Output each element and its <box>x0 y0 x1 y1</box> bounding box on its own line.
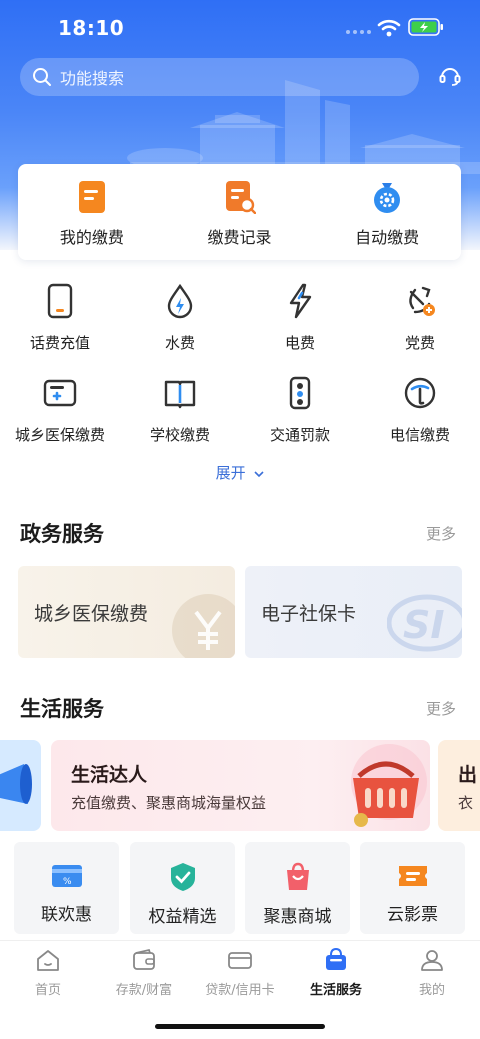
gov-services-more-link[interactable]: 更多 <box>426 523 456 544</box>
my-bills-button[interactable]: 我的缴费 <box>18 164 166 260</box>
auto-payment-label: 自动缴费 <box>355 228 420 247</box>
promo-lianhuanhui-button[interactable]: % 联欢惠 <box>14 842 119 934</box>
promo-rights-selection-button[interactable]: 权益精选 <box>130 842 235 934</box>
book-icon <box>164 380 196 409</box>
chevron-down-icon <box>254 470 264 477</box>
promo-cloud-ticket-label: 云影票 <box>387 905 438 925</box>
bill-document-icon <box>78 181 105 213</box>
gov-card-social-security-label: 电子社保卡 <box>261 603 357 625</box>
card-icon <box>228 952 252 969</box>
life-services-more-link[interactable]: 更多 <box>426 698 456 719</box>
shopping-basket-icon <box>326 947 346 970</box>
promo-rights-label: 权益精选 <box>148 907 217 927</box>
medical-insurance-label: 城乡医保缴费 <box>14 426 105 444</box>
expand-button[interactable]: 展开 <box>0 462 480 483</box>
banner-title: 生活达人 <box>71 764 148 786</box>
tab-home[interactable]: 首页 <box>0 947 96 998</box>
money-bag-gear-icon <box>374 183 401 213</box>
shopping-basket-illustration-icon <box>351 744 427 827</box>
medical-insurance-button[interactable]: 城乡医保缴费 <box>0 374 120 466</box>
phone-topup-button[interactable]: 话费充值 <box>0 282 120 374</box>
promo-mall-label: 聚惠商城 <box>263 907 332 927</box>
tab-life-label: 生活服务 <box>309 983 362 998</box>
gov-card-e-social-security[interactable]: SI 电子社保卡 <box>245 566 462 658</box>
phone-icon <box>47 283 73 319</box>
auto-payment-button[interactable]: 自动缴费 <box>313 164 461 260</box>
banner-subtitle: 充值缴费、聚惠商城海量权益 <box>71 794 267 812</box>
home-icon <box>37 950 59 971</box>
promo-lianhuanhui-label: 联欢惠 <box>41 905 92 925</box>
home-indicator <box>155 1024 325 1029</box>
tab-deposit-label: 存款/财富 <box>115 983 173 998</box>
tab-loan-credit-card[interactable]: 贷款/信用卡 <box>192 947 288 998</box>
tab-mine-label: 我的 <box>418 983 445 998</box>
tab-home-label: 首页 <box>34 983 61 998</box>
wallet-icon <box>133 948 155 970</box>
medical-card-icon <box>43 379 77 407</box>
carousel-card-previous[interactable] <box>0 740 41 831</box>
carousel-card-next[interactable]: 出 衣 <box>438 740 480 831</box>
next-card-title: 出 <box>458 764 478 786</box>
svg-text:%: % <box>63 877 72 887</box>
my-bills-label: 我的缴费 <box>59 228 124 247</box>
traffic-light-icon <box>289 376 311 410</box>
status-bar: 18:10 <box>0 0 480 58</box>
badge-check-icon <box>170 863 195 891</box>
gov-services-title: 政务服务 <box>20 522 104 546</box>
telecom-bill-label: 电信缴费 <box>389 426 450 444</box>
water-bill-button[interactable]: 水费 <box>120 282 240 374</box>
lightning-icon <box>289 283 312 319</box>
payment-records-button[interactable]: 缴费记录 <box>166 164 314 260</box>
coupon-card-icon: % <box>51 865 82 887</box>
person-icon <box>421 950 443 971</box>
next-card-subtitle: 衣 <box>458 794 474 812</box>
cellular-signal-icon <box>346 30 371 34</box>
svg-text:SI: SI <box>403 603 445 647</box>
service-row: 城乡医保缴费 学校缴费 交通罚款 电信缴费 <box>0 374 480 466</box>
quick-actions-card: 我的缴费 缴费记录 自动缴费 <box>18 164 461 260</box>
party-fee-button[interactable]: 党费 <box>360 282 480 374</box>
customer-service-headset-icon[interactable] <box>438 64 462 88</box>
battery-charging-icon <box>408 18 443 36</box>
payment-records-label: 缴费记录 <box>207 228 272 247</box>
wifi-icon <box>377 19 401 37</box>
record-search-icon <box>225 181 256 214</box>
life-services-title: 生活服务 <box>20 697 104 721</box>
phone-topup-label: 话费充值 <box>29 334 90 352</box>
gov-card-medical-label: 城乡医保缴费 <box>34 603 149 625</box>
school-fee-button[interactable]: 学校缴费 <box>120 374 240 466</box>
traffic-fine-button[interactable]: 交通罚款 <box>240 374 360 466</box>
traffic-fine-label: 交通罚款 <box>269 426 330 444</box>
search-input[interactable]: 功能搜索 <box>20 58 419 96</box>
telecom-bill-button[interactable]: 电信缴费 <box>360 374 480 466</box>
electricity-bill-button[interactable]: 电费 <box>240 282 360 374</box>
megaphone-icon <box>0 764 32 804</box>
promo-cloud-ticket-button[interactable]: 云影票 <box>360 842 465 934</box>
gov-card-medical-insurance[interactable]: 城乡医保缴费 <box>18 566 235 658</box>
life-expert-banner[interactable]: 生活达人 充值缴费、聚惠商城海量权益 <box>51 740 430 831</box>
ticket-icon <box>398 866 427 886</box>
tab-mine[interactable]: 我的 <box>384 947 480 998</box>
party-fee-label: 党费 <box>404 334 435 352</box>
tab-loan-label: 贷款/信用卡 <box>205 983 275 998</box>
school-fee-label: 学校缴费 <box>149 426 210 444</box>
shopping-bag-icon <box>286 862 309 890</box>
yuan-coin-icon <box>172 594 235 658</box>
expand-label: 展开 <box>215 464 246 482</box>
electricity-bill-label: 电费 <box>284 334 315 352</box>
search-icon <box>33 68 51 86</box>
social-security-logo-icon: SI <box>387 594 462 652</box>
search-placeholder: 功能搜索 <box>60 69 125 88</box>
promo-mall-button[interactable]: 聚惠商城 <box>245 842 350 934</box>
party-emblem-icon <box>409 286 435 316</box>
service-row: 话费充值 水费 电费 党费 <box>0 282 480 374</box>
water-drop-icon <box>167 283 193 319</box>
service-grid: 话费充值 水费 电费 党费 城乡医保缴费 学校缴费 交通罚款 电信缴费 <box>0 282 480 466</box>
tab-deposit-wealth[interactable]: 存款/财富 <box>96 947 192 998</box>
tab-life-services[interactable]: 生活服务 <box>288 947 384 998</box>
water-bill-label: 水费 <box>164 334 195 352</box>
status-time: 18:10 <box>58 16 125 40</box>
telecom-icon <box>404 377 436 409</box>
